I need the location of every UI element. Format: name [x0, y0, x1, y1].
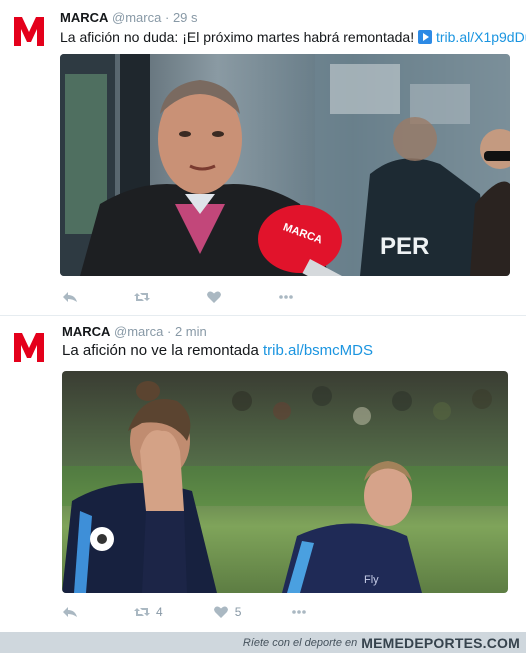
- reply-button[interactable]: [62, 289, 84, 305]
- separator: ·: [164, 10, 170, 25]
- tweet-header: MARCA @marca · 2 min: [62, 324, 207, 339]
- tweet-text-body: La afición no ve la remontada: [62, 342, 263, 359]
- timestamp[interactable]: 29 s: [173, 10, 198, 25]
- reply-button[interactable]: [62, 604, 84, 620]
- tweet-text: La afición no duda: ¡El próximo martes h…: [60, 29, 526, 45]
- like-count: 5: [234, 605, 242, 619]
- heart-icon: [213, 606, 228, 618]
- reply-icon: [63, 607, 77, 617]
- footer-brand: MEMEDEPORTES.COM: [361, 634, 520, 651]
- retweet-button[interactable]: [134, 289, 156, 305]
- tweet: MARCA @marca · 2 min La afición no ve la…: [0, 316, 526, 632]
- tweet-image[interactable]: PER MARCA: [60, 54, 510, 276]
- more-icon: [292, 610, 307, 614]
- watermark-footer: Ríete con el deporte en MEMEDEPORTES.COM: [0, 632, 526, 653]
- tweet-actions: 4 5: [62, 602, 357, 622]
- tweet-text-body: La afición no duda: ¡El próximo martes h…: [60, 29, 418, 45]
- play-link-icon: [417, 30, 432, 44]
- more-button[interactable]: [278, 289, 294, 305]
- avatar[interactable]: [12, 14, 46, 48]
- like-button[interactable]: 5: [213, 604, 242, 620]
- marca-logo-icon: [14, 17, 44, 46]
- tweet: MARCA @marca · 29 s La afición no duda: …: [0, 0, 526, 316]
- tweet-link[interactable]: trib.al/X1p9dDu: [436, 29, 526, 45]
- tweet-text: La afición no ve la remontada trib.al/bs…: [62, 342, 373, 359]
- interview-photo: PER MARCA: [60, 54, 510, 276]
- like-button[interactable]: [206, 289, 228, 305]
- more-icon: [279, 295, 293, 299]
- separator: ·: [166, 324, 172, 339]
- tweet-image[interactable]: Fly: [62, 371, 508, 593]
- author-name[interactable]: MARCA: [60, 10, 108, 25]
- marca-logo-icon: [14, 333, 44, 362]
- more-button[interactable]: [291, 604, 307, 620]
- retweet-button[interactable]: 4: [134, 604, 163, 620]
- author-name[interactable]: MARCA: [62, 324, 110, 339]
- retweet-icon: [134, 608, 150, 616]
- retweet-count: 4: [156, 605, 163, 619]
- retweet-icon: [134, 293, 150, 301]
- avatar[interactable]: [12, 330, 46, 364]
- players-photo: Fly: [62, 371, 508, 593]
- author-handle[interactable]: @marca: [112, 10, 161, 25]
- reply-icon: [63, 292, 77, 302]
- tweet-header: MARCA @marca · 29 s: [60, 10, 198, 25]
- footer-tagline: Ríete con el deporte en: [242, 636, 358, 649]
- author-handle[interactable]: @marca: [114, 324, 163, 339]
- tweet-link[interactable]: trib.al/bsmcMDS: [263, 342, 373, 359]
- shirt-text: PER: [380, 233, 429, 260]
- heart-icon: [207, 291, 221, 303]
- svg-text:Fly: Fly: [364, 574, 379, 586]
- tweet-actions: [62, 287, 344, 307]
- timestamp[interactable]: 2 min: [175, 324, 207, 339]
